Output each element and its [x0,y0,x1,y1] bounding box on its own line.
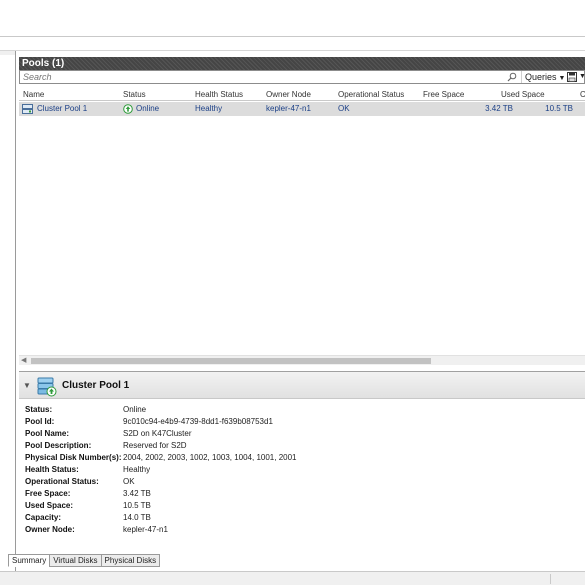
property-used-space: Used Space: 10.5 TB [25,500,585,512]
property-free-space: Free Space: 3.42 TB [25,488,585,500]
scrollbar-thumb[interactable] [31,358,431,364]
property-label: Status: [25,405,53,414]
property-value: 10.5 TB [123,501,151,510]
detail-tabs: Summary Virtual Disks Physical Disks [8,554,161,567]
cell-operational-status: OK [338,104,350,113]
property-health-status: Health Status: Healthy [25,464,585,476]
search-input[interactable] [23,71,503,83]
pools-table: Name Status Health Status Owner Node Ope… [19,89,585,371]
nav-pane-gap [0,51,15,55]
save-icon[interactable] [567,72,577,82]
column-header-operational-status[interactable]: Operational Status [338,89,404,101]
queries-label: Queries [525,72,557,82]
column-header-name[interactable]: Name [23,89,44,101]
tab-physical-disks[interactable]: Physical Disks [100,554,161,567]
property-value: S2D on K47Cluster [123,429,192,438]
breadcrumb-bar [0,37,585,51]
property-label: Health Status: [25,465,79,474]
property-label: Pool Name: [25,429,70,438]
storage-pool-icon [22,104,33,114]
storage-pool-icon [37,377,57,397]
property-value: Reserved for S2D [123,441,187,450]
properties-list: Status: Online Pool Id: 9c010c94-e4b9-4739… [25,404,585,536]
detail-title: Cluster Pool 1 [62,380,130,391]
cell-used-space: 10.5 TB [545,104,573,113]
property-label: Pool Id: [25,417,55,426]
property-pool-id: Pool Id: 9c010c94-e4b9-4739-8dd1-f639b087… [25,416,585,428]
property-value: 2004, 2002, 2003, 1002, 1003, 1004, 1001… [123,453,297,462]
search-bar: Queries▼ ▼ [19,70,585,84]
property-value: Healthy [123,465,151,474]
cell-status: Online [136,104,160,113]
property-physical-disks: Physical Disk Number(s): 2004, 2002, 2003… [25,452,585,464]
column-header-capacity[interactable]: C [580,89,585,101]
property-label: Capacity: [25,513,62,522]
table-row[interactable]: Cluster Pool 1 Online Healthy kepler-47-… [19,102,585,116]
property-label: Physical Disk Number(s): [25,453,122,462]
property-value: OK [123,477,135,486]
column-header-free-space[interactable]: Free Space [423,89,464,101]
property-value: 9c010c94-e4b9-4739-8dd1-f639b08753d1 [123,417,273,426]
cell-owner-node: kepler-47-n1 [266,104,311,113]
chevron-down-icon[interactable]: ▼ [23,381,31,390]
online-status-icon [123,104,133,114]
navigation-pane[interactable] [0,51,16,571]
status-bar [0,571,585,585]
property-capacity: Capacity: 14.0 TB [25,512,585,524]
property-label: Pool Description: [25,441,92,450]
column-header-used-space[interactable]: Used Space [501,89,545,101]
property-value: 14.0 TB [123,513,151,522]
main-content: Pools (1) Queries▼ ▼ Name Status Health … [17,51,585,571]
property-value: kepler-47-n1 [123,525,168,534]
scroll-left-icon[interactable]: ◀ [21,356,26,366]
table-header: Name Status Health Status Owner Node Ope… [19,89,585,101]
horizontal-scrollbar[interactable]: ◀ [19,355,585,365]
column-header-health-status[interactable]: Health Status [195,89,243,101]
column-header-status[interactable]: Status [123,89,146,101]
column-header-owner-node[interactable]: Owner Node [266,89,311,101]
chevron-down-icon: ▼ [558,75,566,82]
cell-name: Cluster Pool 1 [37,104,88,113]
property-label: Operational Status: [25,477,99,486]
property-label: Owner Node: [25,525,75,534]
cell-health-status: Healthy [195,104,223,113]
tab-summary[interactable]: Summary [8,554,51,567]
queries-button[interactable]: Queries ▼ [521,71,568,83]
detail-panel-header: ▼ Cluster Pool 1 [19,371,585,399]
top-toolbar [0,0,585,37]
search-icon[interactable] [507,72,517,82]
status-separator [550,574,551,584]
property-operational-status: Operational Status: OK [25,476,585,488]
property-value: 3.42 TB [123,489,151,498]
property-owner-node: Owner Node: kepler-47-n1 [25,524,585,536]
property-status: Status: Online [25,404,585,416]
property-pool-description: Pool Description: Reserved for S2D [25,440,585,452]
tab-virtual-disks[interactable]: Virtual Disks [49,554,102,567]
property-value: Online [123,405,147,414]
chevron-down-icon[interactable]: ▼ [579,71,585,83]
property-label: Used Space: [25,501,74,510]
property-pool-name: Pool Name: S2D on K47Cluster [25,428,585,440]
property-label: Free Space: [25,489,71,498]
pools-section-header: Pools (1) [19,57,585,70]
